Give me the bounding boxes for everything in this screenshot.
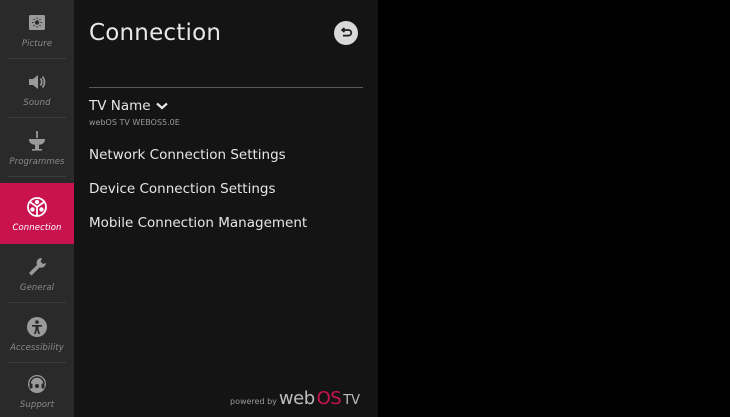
sidebar-item-label: General [19, 283, 55, 293]
picture-icon [29, 15, 45, 30]
back-arrow-icon [341, 27, 353, 37]
sidebar-item-accessibility[interactable]: Accessibility [0, 303, 74, 363]
support-icon [28, 374, 46, 393]
menu-item-network-connection-settings[interactable]: Network Connection Settings [89, 147, 286, 163]
settings-sidebar: Picture Sound Programmes Connection Gene… [0, 0, 74, 417]
antenna-icon [29, 131, 45, 151]
sidebar-item-support[interactable]: Support [0, 363, 74, 417]
chevron-down-icon [155, 102, 168, 110]
menu-item-tv-name[interactable]: TV Name [89, 98, 169, 114]
sidebar-item-label: Sound [23, 98, 51, 108]
sidebar-item-label: Support [19, 399, 55, 410]
menu-item-device-connection-settings[interactable]: Device Connection Settings [89, 181, 276, 197]
sidebar-item-label: Accessibility [10, 342, 64, 353]
brand-web: web [278, 388, 315, 409]
brand-tv: TV [343, 393, 361, 408]
sidebar-divider [8, 176, 66, 177]
sidebar-item-picture[interactable]: Picture [0, 0, 74, 59]
sidebar-item-programmes[interactable]: Programmes [0, 118, 74, 177]
brand-os: OS [316, 388, 342, 409]
menu-item-mobile-connection-management[interactable]: Mobile Connection Management [89, 215, 307, 231]
tv-name-value: webOS TV WEBOS5.0E [89, 118, 180, 127]
connection-icon [27, 197, 47, 217]
speaker-icon [29, 75, 46, 89]
page-title: Connection [89, 20, 222, 46]
sidebar-item-label: Programmes [9, 157, 65, 167]
sidebar-item-sound[interactable]: Sound [0, 59, 74, 118]
title-divider [89, 87, 363, 88]
sidebar-item-label: Connection [12, 223, 62, 233]
tv-name-label: TV Name [89, 98, 151, 114]
powered-by-text: powered by [230, 397, 277, 406]
sidebar-item-general[interactable]: General [0, 244, 74, 303]
powered-by-logo: powered by web OS TV [230, 388, 360, 409]
accessibility-icon [27, 316, 47, 337]
sidebar-item-connection[interactable]: Connection [0, 183, 74, 244]
wrench-icon [29, 258, 46, 276]
sidebar-item-label: Picture [21, 39, 53, 49]
back-button[interactable] [334, 21, 358, 45]
